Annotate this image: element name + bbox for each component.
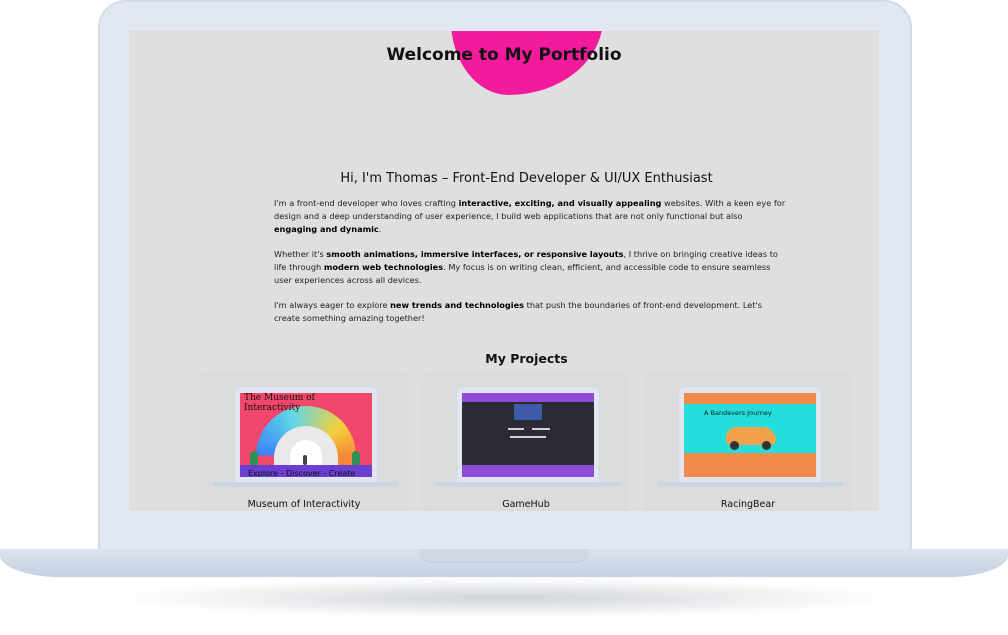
- projects-heading: My Projects: [485, 351, 568, 366]
- racingbear-header-bar: [684, 393, 816, 404]
- project-thumbnail-base: [657, 482, 843, 487]
- gamehub-text-line: [532, 428, 550, 430]
- project-thumbnail-base: [435, 482, 621, 487]
- gamehub-text-line: [510, 436, 546, 438]
- tree-icon: [352, 451, 360, 465]
- project-card-racingbear[interactable]: A Bandevers Journey RacingBear: [648, 374, 848, 511]
- intro-p1-bold-2: engaging and dynamic: [274, 224, 379, 234]
- intro-p2-bold-1: smooth animations, immersive interfaces,…: [326, 249, 624, 259]
- intro-p2-bold-2: modern web technologies: [323, 262, 444, 272]
- page-title: Welcome to My Portfolio: [386, 45, 622, 65]
- gamehub-header-bar: [462, 393, 594, 402]
- intro-body: I'm a front-end developer who loves craf…: [274, 197, 786, 337]
- project-card-museum[interactable]: The Museum of Interactivity Explore - Di…: [204, 374, 404, 511]
- project-name[interactable]: RacingBear: [648, 499, 848, 510]
- intro-p1-text-a: I'm a front-end developer who loves craf…: [274, 198, 459, 208]
- intro-p3-bold-1: new trends and technologies: [390, 300, 525, 310]
- museum-thumb-title: The Museum of Interactivity: [244, 393, 315, 413]
- project-thumbnail-frame: A Bandevers Journey: [679, 387, 821, 483]
- intro-paragraph-3: I'm always eager to explore new trends a…: [274, 299, 786, 325]
- project-card-gamehub[interactable]: GameHub: [426, 374, 626, 511]
- project-name[interactable]: Museum of Interactivity: [204, 499, 404, 510]
- laptop-screen: Welcome to My Portfolio Hi, I'm Thomas –…: [129, 31, 879, 511]
- gamehub-text-line: [508, 428, 524, 430]
- gamehub-hero-image: [514, 404, 542, 420]
- laptop-mockup: Welcome to My Portfolio Hi, I'm Thomas –…: [0, 0, 1008, 635]
- project-thumbnail-frame: The Museum of Interactivity Explore - Di…: [235, 387, 377, 483]
- racingbear-thumbnail: A Bandevers Journey: [684, 393, 816, 477]
- project-thumbnail-base: [213, 482, 399, 487]
- person-figure: [303, 455, 307, 465]
- project-thumbnail-frame: [457, 387, 599, 483]
- car-wheel: [730, 441, 739, 450]
- museum-thumb-tagline: Explore - Discover - Create: [248, 469, 356, 477]
- racingbear-footer-bar: [684, 453, 816, 477]
- gamehub-thumbnail: [462, 393, 594, 477]
- intro-p1-bold-1: interactive, exciting, and visually appe…: [458, 198, 662, 208]
- laptop-shadow: [110, 578, 898, 618]
- intro-heading: Hi, I'm Thomas – Front-End Developer & U…: [340, 171, 713, 186]
- tree-icon: [250, 451, 258, 465]
- intro-p3-text-a: I'm always eager to explore: [274, 300, 391, 310]
- project-thumbnail: A Bandevers Journey: [684, 393, 816, 477]
- laptop-notch: [420, 549, 588, 563]
- car-wheel: [762, 441, 771, 450]
- gamehub-footer-bar: [462, 465, 594, 477]
- project-thumbnail: [462, 393, 594, 477]
- intro-paragraph-1: I'm a front-end developer who loves craf…: [274, 197, 786, 236]
- intro-p2-text-a: Whether it's: [274, 249, 327, 259]
- intro-paragraph-2: Whether it's smooth animations, immersiv…: [274, 248, 786, 287]
- project-name[interactable]: GameHub: [426, 499, 626, 510]
- racingbear-thumb-subtitle: A Bandevers Journey: [704, 409, 772, 417]
- museum-thumbnail: The Museum of Interactivity Explore - Di…: [240, 393, 372, 477]
- project-thumbnail: The Museum of Interactivity Explore - Di…: [240, 393, 372, 477]
- intro-p1-text-e: .: [378, 224, 382, 234]
